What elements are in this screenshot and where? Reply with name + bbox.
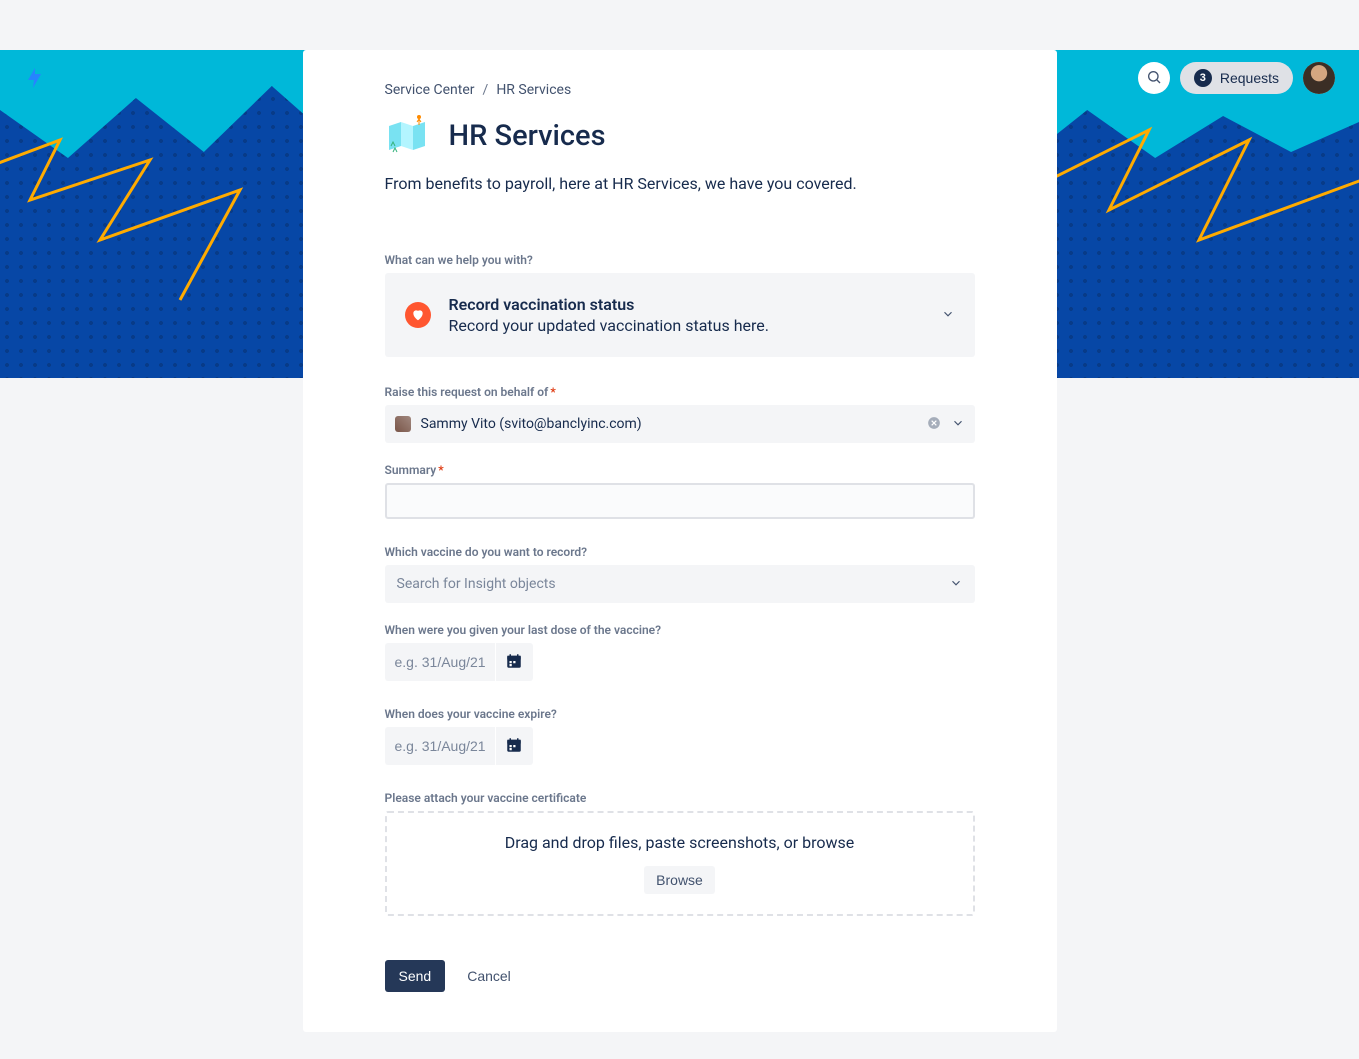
help-with-label: What can we help you with?	[385, 253, 975, 267]
expire-input[interactable]	[385, 727, 495, 765]
request-type-title: Record vaccination status	[449, 295, 923, 314]
hr-services-icon	[385, 112, 433, 160]
summary-label: Summary*	[385, 463, 975, 477]
last-dose-input[interactable]	[385, 643, 495, 681]
expire-label: When does your vaccine expire?	[385, 707, 975, 721]
search-button[interactable]	[1138, 62, 1170, 94]
expire-calendar-button[interactable]	[495, 727, 533, 765]
attachment-dropzone[interactable]: Drag and drop files, paste screenshots, …	[385, 811, 975, 916]
chevron-down-icon	[941, 306, 955, 325]
attachment-text: Drag and drop files, paste screenshots, …	[407, 833, 953, 852]
attach-label: Please attach your vaccine certificate	[385, 791, 975, 805]
chevron-down-icon	[951, 415, 965, 434]
calendar-icon	[505, 652, 523, 673]
page-description: From benefits to payroll, here at HR Ser…	[385, 174, 975, 193]
app-logo[interactable]	[24, 66, 48, 90]
last-dose-label: When were you given your last dose of th…	[385, 623, 975, 637]
vaccine-label: Which vaccine do you want to record?	[385, 545, 975, 559]
chevron-down-icon	[949, 575, 963, 594]
behalf-label: Raise this request on behalf of*	[385, 385, 975, 399]
last-dose-calendar-button[interactable]	[495, 643, 533, 681]
heart-icon	[405, 302, 431, 328]
behalf-value: Sammy Vito (svito@banclyinc.com)	[421, 416, 917, 432]
browse-button[interactable]: Browse	[644, 866, 715, 894]
search-icon	[1146, 69, 1162, 88]
cancel-button[interactable]: Cancel	[461, 960, 517, 992]
calendar-icon	[505, 736, 523, 757]
requests-count-badge: 3	[1194, 69, 1212, 87]
behalf-of-selector[interactable]: Sammy Vito (svito@banclyinc.com)	[385, 405, 975, 443]
send-button[interactable]: Send	[385, 960, 446, 992]
vaccine-selector[interactable]: Search for Insight objects	[385, 565, 975, 603]
user-avatar[interactable]	[1303, 62, 1335, 94]
request-type-selector[interactable]: Record vaccination status Record your up…	[385, 273, 975, 357]
summary-input[interactable]	[385, 483, 975, 519]
vaccine-placeholder: Search for Insight objects	[397, 576, 556, 592]
requests-button[interactable]: 3 Requests	[1180, 62, 1293, 94]
user-mini-avatar	[395, 416, 411, 432]
requests-label: Requests	[1220, 70, 1279, 86]
clear-icon[interactable]	[927, 415, 941, 434]
request-type-description: Record your updated vaccination status h…	[449, 316, 923, 335]
page-title: HR Services	[449, 119, 606, 153]
